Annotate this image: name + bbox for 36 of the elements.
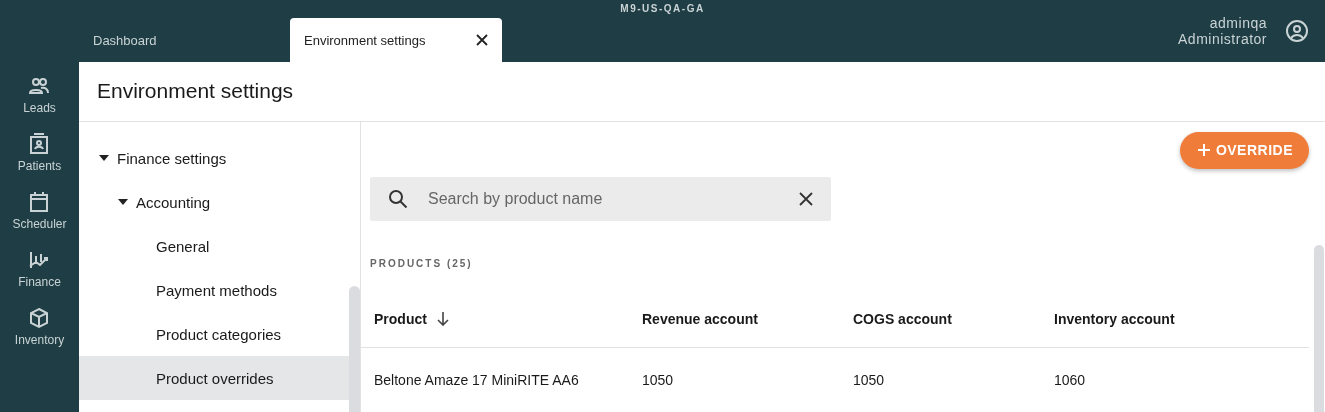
environment-name: M9-US-QA-GA xyxy=(619,3,706,14)
nav-item[interactable]: Finance xyxy=(18,248,61,289)
close-icon[interactable] xyxy=(476,34,488,46)
column-header[interactable]: COGS account xyxy=(840,291,1041,348)
tree-item[interactable]: Product categories xyxy=(79,312,349,356)
tab[interactable]: Environment settings xyxy=(290,18,502,62)
column-header[interactable]: Revenue account xyxy=(629,291,840,348)
tree-item[interactable]: Product overrides xyxy=(79,356,349,400)
user-avatar-icon[interactable] xyxy=(1285,19,1309,43)
table-cell-text: 1050 xyxy=(852,371,886,390)
tree-item[interactable]: General xyxy=(79,224,349,268)
plus-icon xyxy=(1197,144,1210,157)
search-field[interactable]: Search by product name xyxy=(370,176,831,221)
table-cell-text: 1060 xyxy=(1053,371,1087,390)
caret-icon xyxy=(99,155,109,161)
column-header[interactable]: Product xyxy=(361,291,629,348)
page-title: Environment settings xyxy=(79,62,1325,122)
caret-icon xyxy=(118,199,128,205)
products-heading: PRODUCTS (25) xyxy=(370,258,474,269)
tree-item[interactable]: Payment methods xyxy=(79,268,349,312)
clear-icon[interactable] xyxy=(799,191,813,206)
search-input[interactable]: Search by product name xyxy=(426,188,781,209)
nav-item[interactable]: Inventory xyxy=(14,306,65,347)
nav-item[interactable]: Leads xyxy=(23,74,56,115)
column-header[interactable]: Inventory account xyxy=(1041,291,1309,348)
user-role: Administrator xyxy=(1178,31,1267,47)
tree-item[interactable]: Finance settings xyxy=(79,136,349,180)
table-cell-text: 1050 xyxy=(641,371,675,390)
nav-item[interactable]: Scheduler xyxy=(12,190,67,231)
nav-item[interactable]: Patients xyxy=(17,132,62,173)
user-name: adminqa xyxy=(1209,15,1267,31)
search-icon xyxy=(388,188,408,209)
tab[interactable]: Dashboard xyxy=(79,18,290,62)
sort-down-arrow-icon xyxy=(436,312,449,326)
tree-item[interactable]: Accounting xyxy=(79,180,349,224)
table-cell-text: Beltone Amaze 17 MiniRITE AA6 xyxy=(373,371,580,390)
